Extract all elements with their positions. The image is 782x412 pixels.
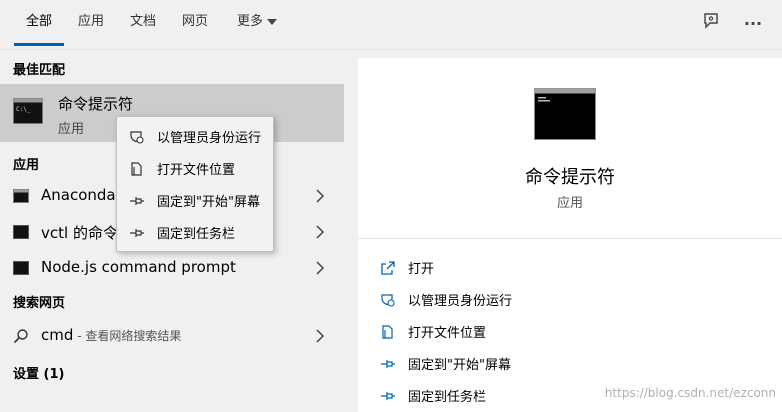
context-open-file-location[interactable]: 打开文件位置 <box>117 152 273 184</box>
terminal-icon <box>13 261 29 275</box>
web-search-query: cmd <box>41 326 74 344</box>
action-pin-to-start[interactable]: 固定到"开始"屏幕 <box>358 348 782 380</box>
best-match-type: 应用 <box>58 122 85 137</box>
file-location-icon <box>382 325 393 339</box>
section-best-match: 最佳匹配 <box>13 63 66 78</box>
tab-documents[interactable]: 文档 <box>126 0 160 48</box>
context-pin-to-taskbar[interactable]: 固定到任务栏 <box>117 216 273 248</box>
tab-all[interactable]: 全部 <box>14 0 64 48</box>
web-search-hint: - 查看网络搜索结果 <box>73 329 182 343</box>
best-match-name: 命令提示符 <box>58 95 134 113</box>
command-prompt-icon: C:\_ <box>13 98 43 124</box>
search-tab-bar: 全部 应用 文档 网页 更多 ··· <box>0 0 782 50</box>
context-item-label: 以管理员身份运行 <box>157 131 262 146</box>
feedback-icon[interactable] <box>699 12 723 36</box>
watermark: https://blog.csdn.net/ezconn <box>604 386 776 400</box>
action-label: 以管理员身份运行 <box>408 294 513 309</box>
terminal-icon <box>13 189 29 203</box>
file-location-icon <box>131 162 142 176</box>
section-web-search: 搜索网页 <box>13 296 66 311</box>
context-menu: 以管理员身份运行 打开文件位置 固定到"开始"屏幕 固定到任务栏 <box>116 116 274 252</box>
pin-icon <box>381 392 395 400</box>
section-settings[interactable]: 设置 (1) <box>13 363 64 382</box>
context-item-label: 固定到"开始"屏幕 <box>157 195 260 210</box>
action-open[interactable]: 打开 <box>358 252 782 284</box>
pin-icon <box>381 360 395 368</box>
chevron-right-icon[interactable] <box>314 224 326 240</box>
action-label: 固定到"开始"屏幕 <box>408 358 511 373</box>
context-item-label: 固定到任务栏 <box>157 227 236 242</box>
section-apps: 应用 <box>13 158 40 173</box>
detail-subtitle: 应用 <box>556 196 583 211</box>
context-pin-to-start[interactable]: 固定到"开始"屏幕 <box>117 184 273 216</box>
terminal-icon <box>13 225 29 239</box>
tab-more[interactable]: 更多 <box>232 0 282 48</box>
divider <box>358 238 782 239</box>
action-run-as-admin[interactable]: 以管理员身份运行 <box>358 284 782 316</box>
shield-icon <box>381 294 395 307</box>
context-item-label: 打开文件位置 <box>157 163 236 178</box>
pin-icon <box>130 197 144 205</box>
app-item-label: Node.js command prompt <box>41 258 236 276</box>
pin-icon <box>130 229 144 237</box>
search-icon <box>13 329 28 344</box>
action-label: 打开 <box>408 262 435 277</box>
app-item-label: Anaconda <box>41 186 116 204</box>
app-item-nodejs[interactable]: Node.js command prompt <box>0 250 344 286</box>
context-run-as-admin[interactable]: 以管理员身份运行 <box>117 120 273 152</box>
more-options-icon[interactable]: ··· <box>741 12 765 36</box>
open-icon <box>381 261 395 275</box>
chevron-right-icon[interactable] <box>314 260 326 276</box>
svg-text:C:\_: C:\_ <box>16 106 31 113</box>
web-search-item[interactable]: cmd - 查看网络搜索结果 <box>0 318 344 354</box>
tab-apps[interactable]: 应用 <box>74 0 108 48</box>
chevron-right-icon[interactable] <box>314 188 326 204</box>
shield-icon <box>130 131 144 144</box>
tab-more-label: 更多 <box>236 14 263 29</box>
detail-panel: 命令提示符 应用 打开 以管理员身份运行 打开文件位置 固定到"开始"屏幕 固定… <box>358 58 782 412</box>
app-item-label: vctl 的命令 <box>41 224 118 242</box>
detail-title: 命令提示符 <box>525 167 615 188</box>
action-label: 固定到任务栏 <box>408 390 487 405</box>
tab-web[interactable]: 网页 <box>178 0 212 48</box>
chevron-down-icon <box>267 18 277 25</box>
command-prompt-large-icon <box>534 88 596 140</box>
chevron-right-icon[interactable] <box>314 328 326 344</box>
web-search-label: cmd - 查看网络搜索结果 <box>41 326 181 344</box>
action-open-file-location[interactable]: 打开文件位置 <box>358 316 782 348</box>
action-label: 打开文件位置 <box>408 326 487 341</box>
